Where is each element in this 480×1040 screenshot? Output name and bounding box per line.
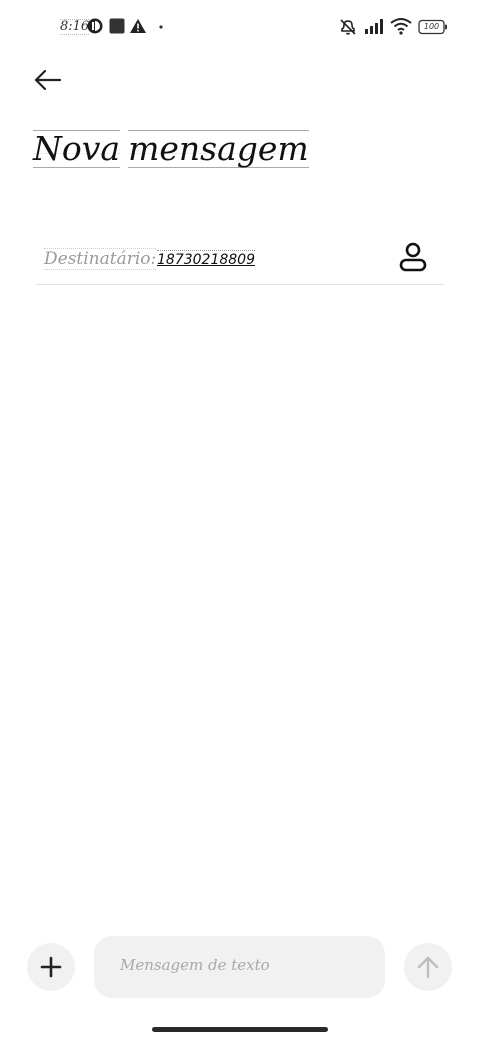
contact-picker-button[interactable]	[396, 240, 430, 274]
wifi-icon	[390, 18, 412, 35]
composer-bar	[0, 930, 480, 1006]
battery-level: 100	[423, 22, 440, 31]
page-title-word-1: Nova	[33, 129, 121, 168]
message-input-container[interactable]	[94, 936, 385, 998]
status-time: 8:16	[60, 19, 90, 35]
battery-icon: 100	[418, 19, 448, 35]
plus-icon	[40, 956, 62, 978]
recipient-label: Destinatário:	[44, 248, 157, 270]
attach-button[interactable]	[27, 943, 75, 991]
dot-icon	[159, 25, 163, 29]
recipient-value[interactable]: 18730218809	[157, 250, 255, 269]
warning-icon	[130, 19, 146, 33]
message-input[interactable]	[120, 956, 360, 974]
page-title: Nova mensagem	[33, 127, 317, 171]
square-icon	[109, 18, 125, 34]
page-title-word-2: mensagem	[128, 129, 309, 168]
mute-icon	[340, 19, 356, 35]
signal-icon	[365, 19, 383, 34]
arrow-up-icon	[417, 956, 439, 979]
arrow-left-icon	[34, 69, 62, 91]
recipient-field[interactable]: Destinatário: 18730218809	[36, 236, 444, 285]
person-icon	[399, 242, 427, 272]
status-bar: 8:16 100	[0, 0, 480, 56]
send-button[interactable]	[404, 943, 452, 991]
back-button[interactable]	[30, 63, 66, 99]
app-icon	[87, 18, 103, 34]
home-indicator[interactable]	[152, 1027, 328, 1032]
